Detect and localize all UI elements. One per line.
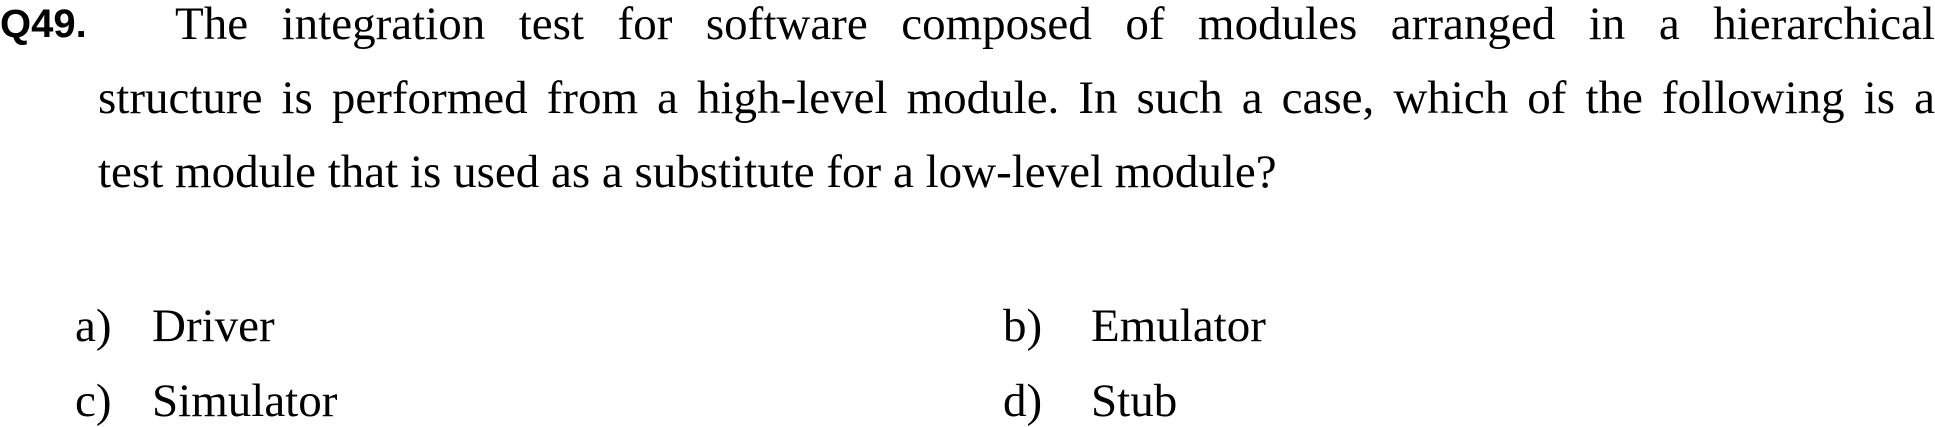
option-letter: b)	[1003, 300, 1043, 352]
question-text-line-3: test module that is used as a substitute…	[98, 146, 1277, 198]
question-text-line-1: The integration test for software compos…	[175, 0, 1935, 50]
option-letter: a)	[75, 300, 112, 352]
question-number: Q49.	[0, 2, 87, 46]
option-letter: d)	[1003, 375, 1043, 427]
question-text-line-2: structure is performed from a high-level…	[98, 72, 1935, 124]
option-text: Stub	[1091, 375, 1178, 427]
option-text: Emulator	[1091, 300, 1266, 352]
option-text: Driver	[152, 300, 275, 352]
option-letter: c)	[75, 375, 112, 427]
option-text: Simulator	[152, 375, 338, 427]
